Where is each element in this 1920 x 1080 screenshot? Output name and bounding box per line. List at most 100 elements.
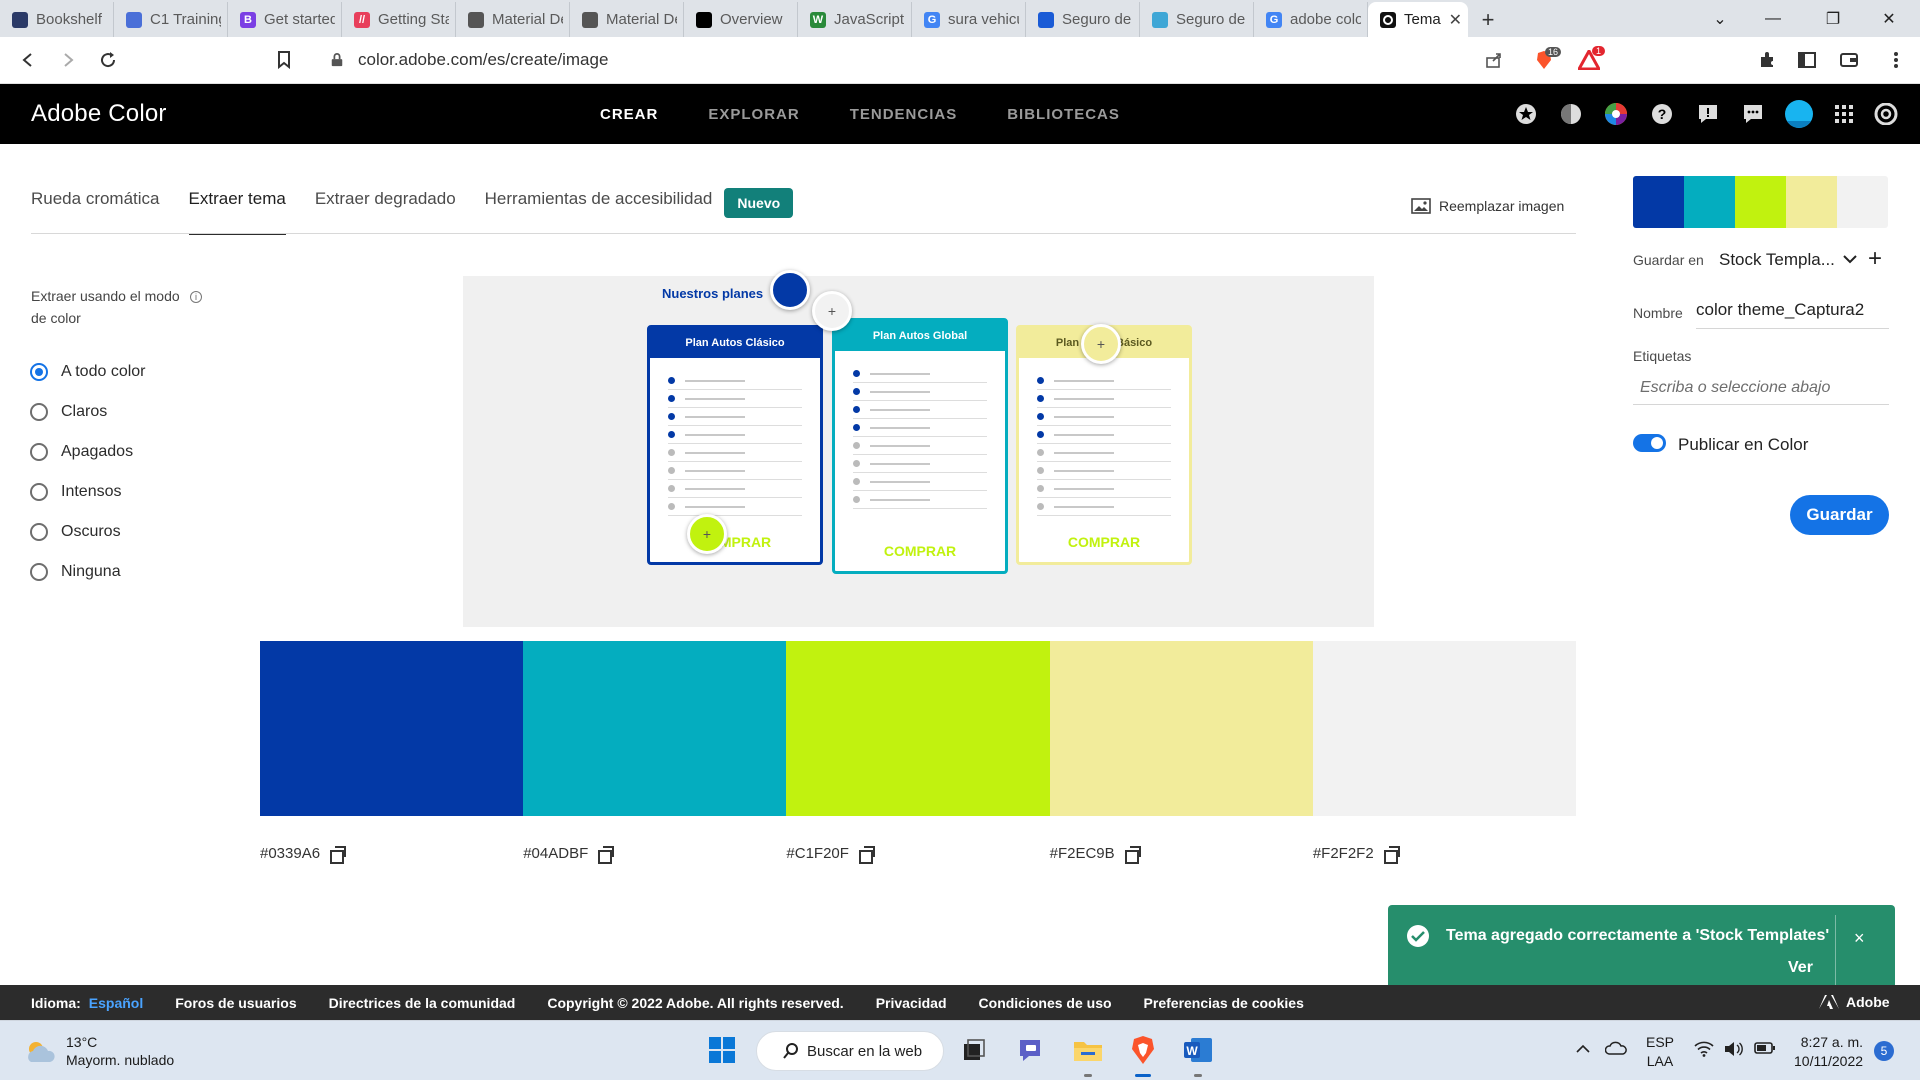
palette-swatch[interactable] [1312, 641, 1577, 816]
browser-tab[interactable]: Gsura vehiculo [912, 2, 1026, 37]
volume-icon[interactable] [1724, 1041, 1744, 1060]
brand-logo[interactable]: Adobe Color [31, 100, 167, 128]
contrast-icon[interactable] [1559, 102, 1583, 126]
help-icon[interactable]: ? [1650, 102, 1674, 126]
add-library-button[interactable]: + [1868, 245, 1882, 273]
url-field[interactable]: color.adobe.com/es/create/image [330, 45, 1480, 75]
nav-crear[interactable]: CREAR [600, 106, 658, 123]
tab-search-chevron-icon[interactable]: ⌄ [1697, 0, 1743, 37]
subtab-0[interactable]: Rueda cromática [31, 188, 160, 218]
menu-icon[interactable] [1885, 49, 1907, 71]
apps-grid-icon[interactable] [1832, 102, 1856, 126]
color-picker-1[interactable] [770, 270, 810, 310]
feedback-icon[interactable] [1696, 102, 1720, 126]
footer-link[interactable]: Condiciones de uso [979, 995, 1112, 1011]
browser-tab[interactable]: C1 Training [114, 2, 228, 37]
color-mode-option[interactable]: Apagados [30, 432, 146, 472]
new-tab-button[interactable]: + [1468, 2, 1508, 37]
footer-link[interactable]: Foros de usuarios [175, 995, 296, 1011]
hex-code-text[interactable]: #F2F2F2 [1313, 845, 1374, 862]
nav-bibliotecas[interactable]: BIBLIOTECAS [1007, 106, 1120, 123]
task-view-icon[interactable] [957, 1033, 991, 1067]
copy-icon[interactable] [1383, 845, 1400, 864]
subtab-2[interactable]: Extraer degradado [315, 188, 456, 218]
browser-tab[interactable]: Bookshelf [0, 2, 114, 37]
extensions-icon[interactable] [1756, 49, 1778, 71]
toast-view-link[interactable]: Ver [1788, 959, 1813, 977]
forward-icon[interactable] [52, 44, 84, 76]
info-icon[interactable]: i [190, 291, 202, 303]
radio-circle-icon[interactable] [30, 483, 48, 501]
system-clock[interactable]: 8:27 a. m. 10/11/2022 [1794, 1033, 1863, 1071]
brave-rewards-icon[interactable]: 1 [1578, 46, 1606, 71]
nav-tendencias[interactable]: TENDENCIAS [850, 106, 958, 123]
subtab-1[interactable]: Extraer tema [188, 188, 287, 235]
bookmark-icon[interactable] [268, 44, 300, 76]
browser-tab[interactable]: W JavaScript [798, 2, 912, 37]
browser-tab[interactable]: Seguro de [1026, 2, 1140, 37]
footer-link[interactable]: Privacidad [876, 995, 947, 1011]
copy-icon[interactable] [598, 845, 615, 864]
subtab-3[interactable]: Herramientas de accesibilidad [485, 188, 713, 218]
radio-circle-icon[interactable] [30, 563, 48, 581]
file-explorer-icon[interactable] [1071, 1033, 1105, 1077]
sidebar-icon[interactable] [1796, 49, 1818, 71]
star-icon[interactable] [1514, 102, 1538, 126]
chat-icon[interactable] [1741, 102, 1765, 126]
color-mode-option[interactable]: Intensos [30, 472, 146, 512]
tab-close-icon[interactable]: ✕ [1449, 10, 1462, 30]
palette-swatch[interactable] [786, 641, 1050, 816]
save-button[interactable]: Guardar [1790, 495, 1889, 535]
browser-tab[interactable]: Gadobe color [1254, 2, 1368, 37]
hex-code-text[interactable]: #04ADBF [523, 845, 588, 862]
color-picker-5[interactable]: + [812, 291, 852, 331]
brave-taskbar-icon[interactable] [1126, 1033, 1160, 1077]
browser-tab[interactable]: // Getting Started [342, 2, 456, 37]
color-picker-4[interactable]: + [1081, 324, 1121, 364]
tags-input[interactable] [1640, 375, 1888, 401]
brave-shields-icon[interactable]: 16 [1533, 47, 1562, 71]
browser-tab[interactable]: Seguro de [1140, 2, 1254, 37]
footer-adobe-logo[interactable]: Adobe [1818, 994, 1890, 1010]
color-mode-option[interactable]: Ninguna [30, 552, 146, 592]
color-picker-3[interactable]: + [687, 514, 727, 554]
close-window-button[interactable]: ✕ [1866, 0, 1912, 37]
windows-start-icon[interactable] [705, 1033, 739, 1067]
theme-name-field[interactable]: color theme_Captura2 [1696, 300, 1864, 320]
back-icon[interactable] [12, 44, 44, 76]
palette-swatch[interactable] [523, 641, 787, 816]
teams-chat-icon[interactable] [1014, 1033, 1048, 1067]
reload-icon[interactable] [92, 44, 124, 76]
hex-code-text[interactable]: #0339A6 [260, 845, 320, 862]
color-wheel-icon[interactable] [1604, 102, 1628, 126]
color-mode-option[interactable]: A todo color [30, 352, 146, 392]
notification-badge[interactable]: 5 [1874, 1041, 1894, 1061]
browser-tab[interactable]: Overview [684, 2, 798, 37]
color-mode-option[interactable]: Oscuros [30, 512, 146, 552]
onedrive-cloud-icon[interactable] [1604, 1041, 1627, 1058]
word-icon[interactable]: W [1181, 1033, 1215, 1077]
copy-icon[interactable] [330, 845, 347, 864]
maximize-button[interactable]: ❐ [1810, 0, 1856, 37]
avatar[interactable] [1784, 99, 1814, 129]
wifi-icon[interactable] [1694, 1041, 1714, 1060]
browser-tab[interactable]: Material Design [456, 2, 570, 37]
footer-link[interactable]: Copyright © 2022 Adobe. All rights reser… [547, 995, 843, 1011]
save-in-dropdown[interactable]: Stock Templa... [1719, 250, 1835, 270]
hex-code-text[interactable]: #F2EC9B [1050, 845, 1115, 862]
browser-tab[interactable]: Material Design [570, 2, 684, 37]
input-language[interactable]: ESP LAA [1646, 1033, 1674, 1071]
radio-circle-icon[interactable] [30, 403, 48, 421]
share-icon[interactable] [1483, 49, 1505, 71]
radio-circle-icon[interactable] [30, 523, 48, 541]
radio-circle-icon[interactable] [30, 443, 48, 461]
weather-widget[interactable]: 13°C Mayorm. nublado [24, 1033, 174, 1069]
footer-language-link[interactable]: Español [89, 995, 143, 1011]
copy-icon[interactable] [858, 845, 875, 864]
taskbar-search[interactable]: Buscar en la web [756, 1031, 944, 1071]
creative-cloud-icon[interactable] [1871, 102, 1901, 126]
footer-link[interactable]: Directrices de la comunidad [329, 995, 516, 1011]
replace-image-button[interactable]: Reemplazar imagen [1411, 198, 1564, 214]
chevron-down-icon[interactable] [1843, 251, 1857, 267]
color-mode-option[interactable]: Claros [30, 392, 146, 432]
